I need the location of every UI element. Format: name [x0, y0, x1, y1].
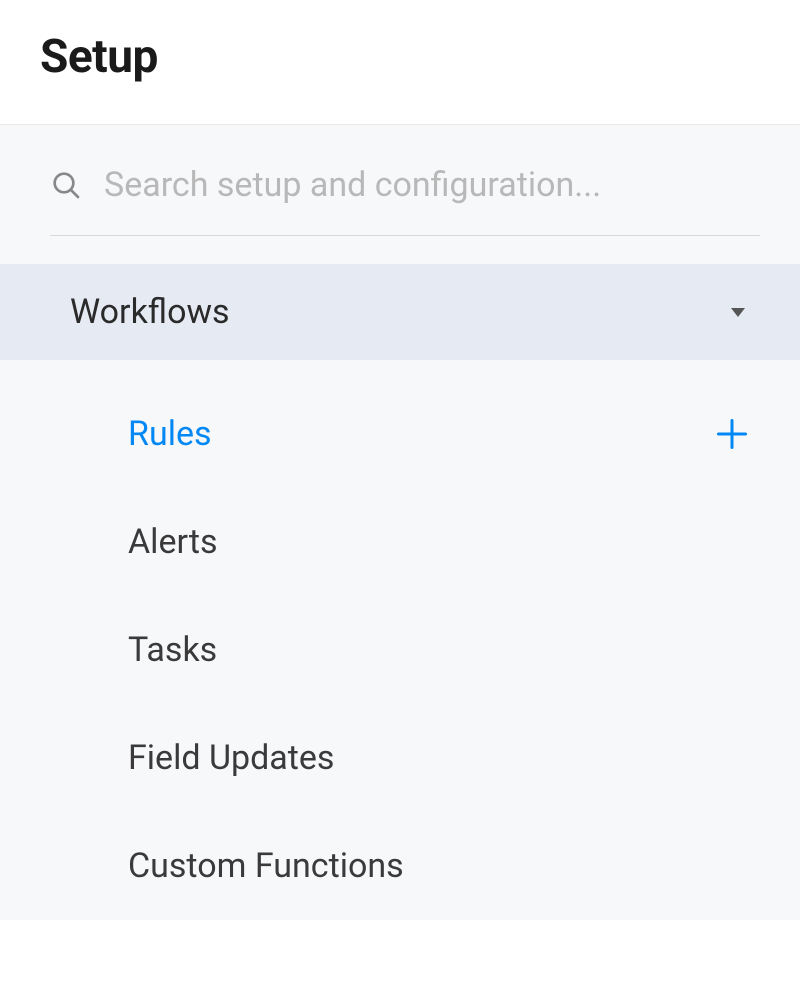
search-input[interactable]: [104, 165, 760, 205]
menu-item-field-updates[interactable]: Field Updates: [0, 704, 800, 812]
menu-list: Rules Alerts Tasks Field Updates Custom …: [0, 360, 800, 920]
page-title: Setup: [40, 30, 760, 84]
menu-item-tasks[interactable]: Tasks: [0, 596, 800, 704]
menu-item-rules[interactable]: Rules: [0, 380, 800, 488]
menu-item-label: Field Updates: [128, 738, 334, 778]
search-box[interactable]: [50, 165, 760, 236]
page-header: Setup: [0, 0, 800, 125]
section-header-workflows[interactable]: Workflows: [0, 264, 800, 360]
section-title: Workflows: [70, 292, 230, 332]
menu-item-label: Alerts: [128, 522, 218, 562]
menu-item-alerts[interactable]: Alerts: [0, 488, 800, 596]
plus-icon[interactable]: [714, 416, 750, 452]
menu-item-custom-functions[interactable]: Custom Functions: [0, 812, 800, 920]
menu-item-label: Custom Functions: [128, 846, 404, 886]
caret-down-icon: [726, 300, 750, 324]
search-container: [0, 125, 800, 264]
menu-item-label: Rules: [128, 414, 212, 454]
search-icon: [50, 169, 82, 201]
menu-item-label: Tasks: [128, 630, 217, 670]
